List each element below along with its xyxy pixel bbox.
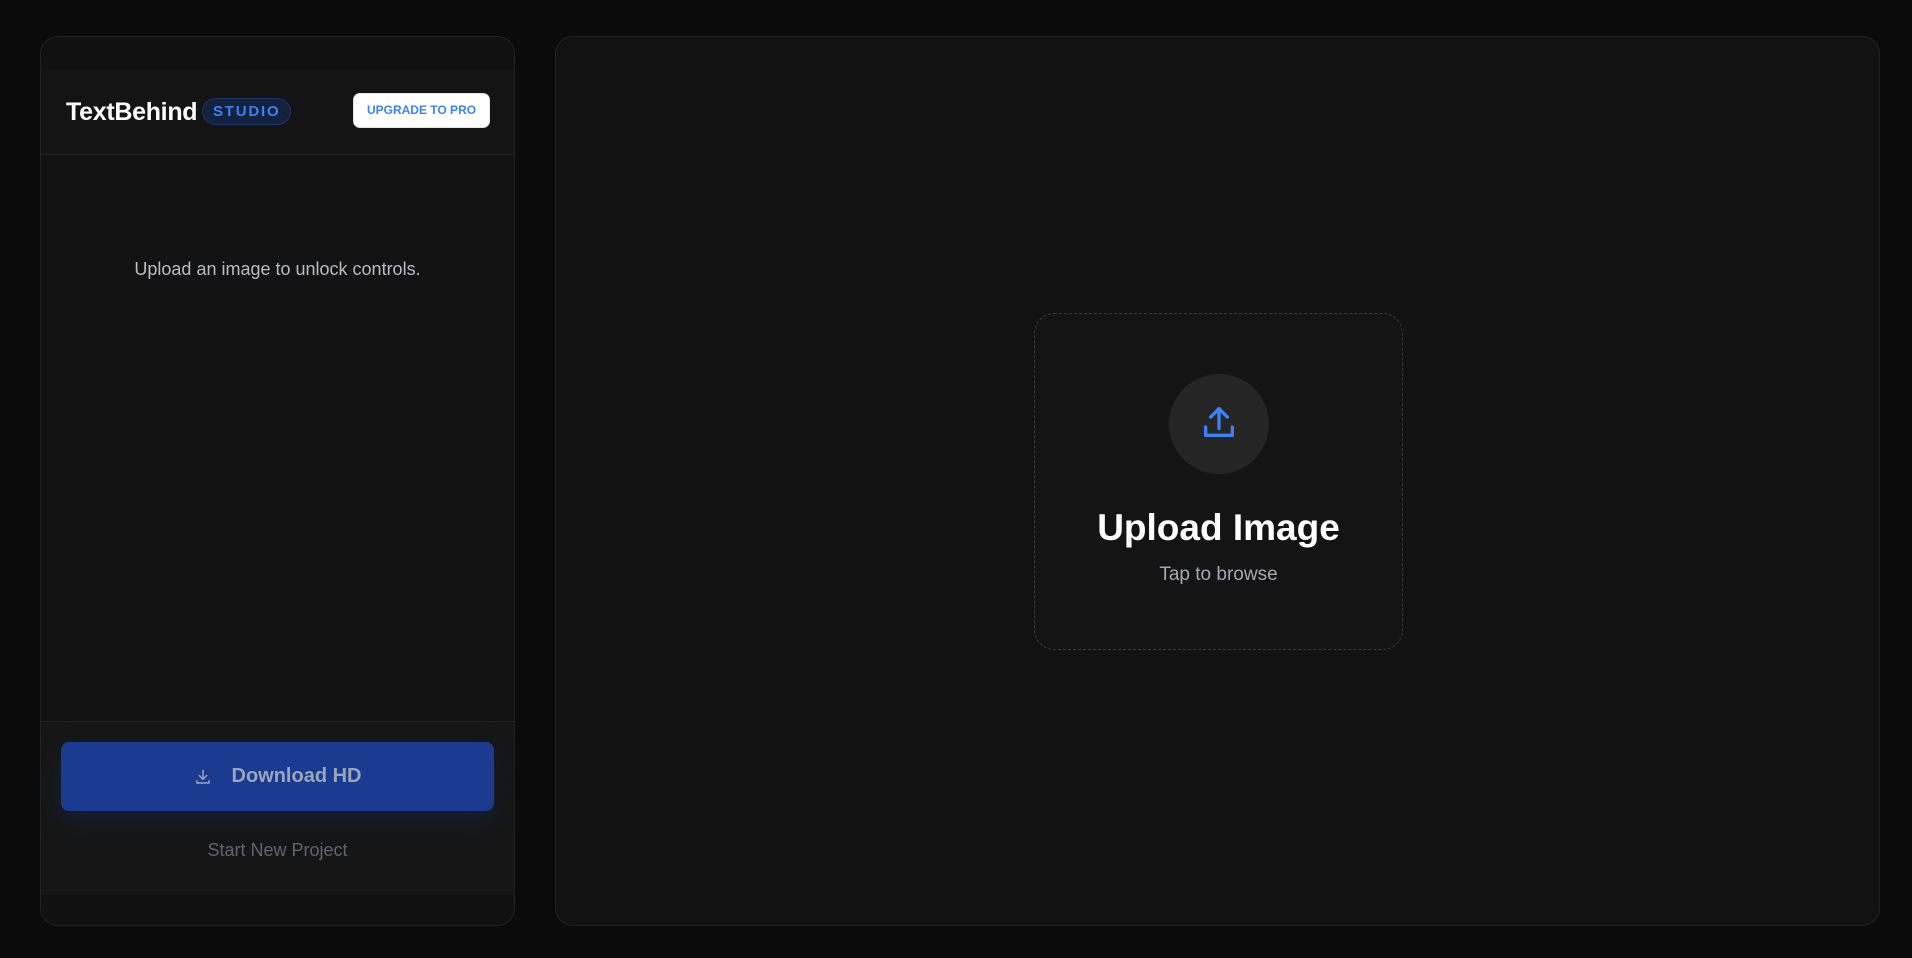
start-new-project-button[interactable]: Start New Project [41,840,514,861]
sidebar-top-strip [41,37,514,69]
upload-subtitle: Tap to browse [1159,564,1278,585]
sidebar-footer: Download HD Start New Project [41,721,514,895]
sidebar-bottom-strip [41,895,514,925]
empty-controls-message: Upload an image to unlock controls. [134,259,421,279]
upload-icon [1199,402,1239,447]
sidebar-header: TextBehind STUDIO UPGRADE TO PRO [41,69,514,155]
studio-badge: STUDIO [202,98,292,125]
upgrade-to-pro-button[interactable]: UPGRADE TO PRO [353,93,490,128]
controls-area: Upload an image to unlock controls. [41,155,514,721]
download-hd-button[interactable]: Download HD [61,742,494,811]
sidebar-panel: TextBehind STUDIO UPGRADE TO PRO Upload … [40,36,515,926]
upload-dropzone[interactable]: Upload Image Tap to browse [1034,313,1403,650]
download-hd-label: Download HD [231,765,362,787]
brand-logo-text: TextBehind [66,98,198,126]
upload-icon-circle [1169,374,1269,474]
upload-title: Upload Image [1097,507,1340,548]
download-icon [194,768,212,786]
canvas-workspace: Upload Image Tap to browse [555,36,1880,926]
